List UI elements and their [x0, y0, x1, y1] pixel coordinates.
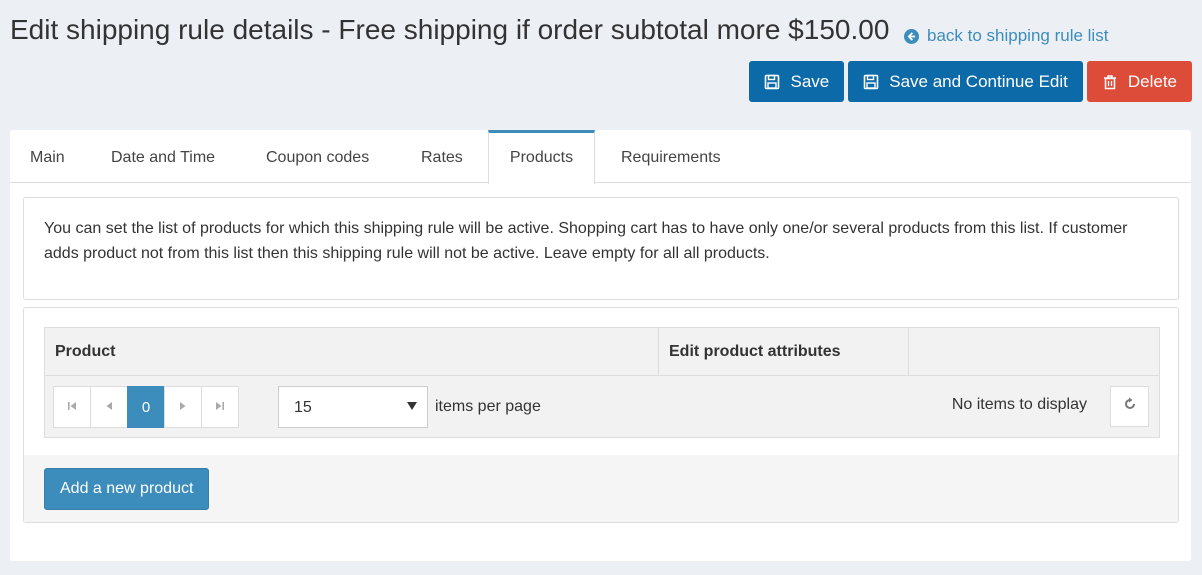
last-page-icon [215, 401, 225, 414]
products-grid-panel: Product Edit product attributes 0 15 ite… [23, 307, 1179, 523]
last-page-button[interactable] [201, 386, 239, 428]
tab-date-and-time[interactable]: Date and Time [111, 130, 215, 183]
arrow-circle-left-icon [904, 28, 919, 44]
floppy-disk-icon [764, 74, 780, 90]
refresh-icon [1123, 397, 1137, 416]
current-page-button[interactable]: 0 [127, 386, 165, 428]
delete-button[interactable]: Delete [1086, 61, 1192, 102]
next-page-button[interactable] [164, 386, 202, 428]
page-title: Edit shipping rule details - Free shippi… [10, 14, 890, 45]
trash-icon [1102, 74, 1118, 90]
products-grid: Product Edit product attributes 0 15 ite… [44, 327, 1160, 438]
tab-rates[interactable]: Rates [421, 130, 463, 183]
refresh-button[interactable] [1110, 386, 1149, 427]
grid-header: Product Edit product attributes [45, 328, 1159, 376]
column-header-edit-attributes[interactable]: Edit product attributes [659, 328, 841, 375]
tab-main[interactable]: Main [30, 130, 65, 183]
tab-products[interactable]: Products [488, 130, 595, 184]
grid-pager: 0 15 items per page No items to display [45, 376, 1159, 437]
save-button-label: Save [790, 71, 830, 91]
edit-panel: Main Date and Time Coupon codes Rates Pr… [10, 130, 1191, 561]
products-info-text: You can set the list of products for whi… [44, 220, 1128, 262]
items-per-page-label: items per page [435, 398, 541, 415]
tab-coupon-codes[interactable]: Coupon codes [266, 130, 369, 183]
next-page-icon [179, 401, 187, 414]
first-page-icon [67, 401, 77, 414]
tab-bar: Main Date and Time Coupon codes Rates Pr… [10, 130, 1191, 184]
save-and-continue-button[interactable]: Save and Continue Edit [848, 61, 1083, 102]
back-to-list-link[interactable]: back to shipping rule list [904, 26, 1108, 46]
save-button[interactable]: Save [749, 61, 845, 102]
pagination: 0 [53, 386, 239, 428]
products-info-box: You can set the list of products for whi… [23, 197, 1179, 300]
dropdown-arrow-icon [407, 402, 417, 410]
prev-page-button[interactable] [90, 386, 128, 428]
toolbar: Save Save and Continue Edit Delete [749, 61, 1192, 102]
no-items-label: No items to display [951, 396, 1087, 413]
floppy-disk-icon [863, 74, 879, 90]
page-size-select[interactable]: 15 [278, 386, 428, 428]
add-new-product-button[interactable]: Add a new product [44, 468, 210, 510]
column-header-product[interactable]: Product [45, 328, 115, 375]
first-page-button[interactable] [53, 386, 91, 428]
column-header-actions [909, 328, 919, 375]
delete-button-label: Delete [1127, 71, 1177, 91]
prev-page-icon [105, 401, 113, 414]
page-size-value: 15 [294, 399, 312, 416]
tab-requirements[interactable]: Requirements [621, 130, 721, 183]
back-link-label: back to shipping rule list [927, 26, 1109, 45]
save-and-continue-label: Save and Continue Edit [889, 71, 1068, 91]
